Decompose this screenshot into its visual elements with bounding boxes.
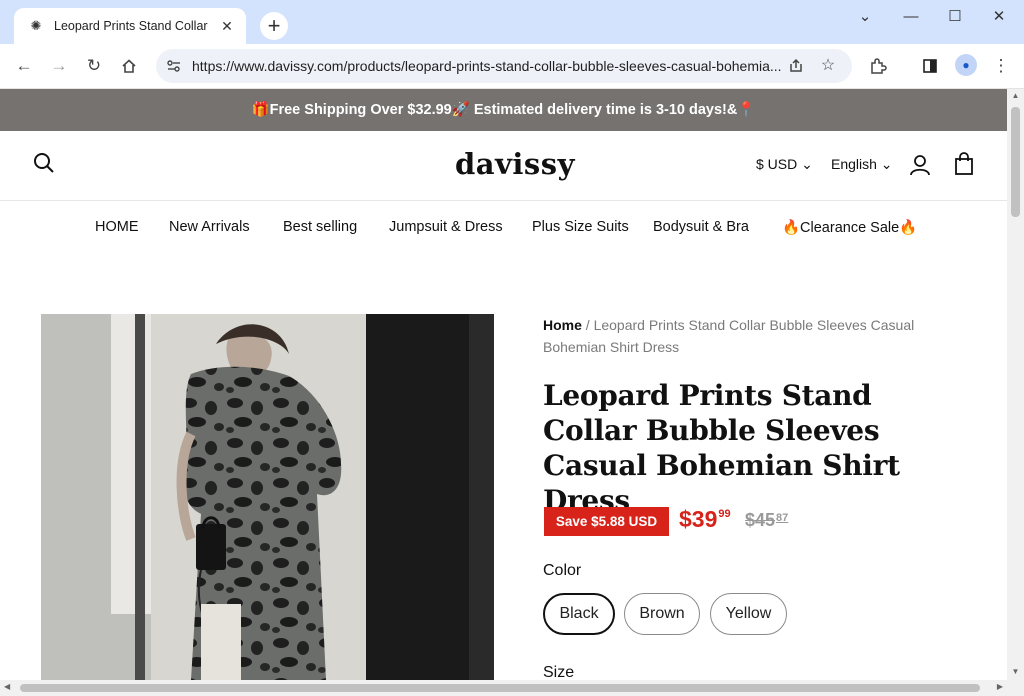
- vertical-scrollbar[interactable]: ▲ ▼: [1007, 89, 1024, 696]
- breadcrumb-separator: /: [581, 317, 594, 333]
- breadcrumb: Home / Leopard Prints Stand Collar Bubbl…: [543, 314, 963, 358]
- sale-price-main: $39: [679, 506, 718, 532]
- compare-price-cents: 87: [776, 512, 789, 524]
- currency-selector[interactable]: $ USD ⌄: [756, 156, 813, 173]
- bookmark-star-icon[interactable]: ☆: [815, 52, 841, 80]
- color-option-black[interactable]: Black: [543, 593, 615, 635]
- nav-item-home[interactable]: HOME: [95, 219, 139, 235]
- compare-price-main: $45: [745, 510, 776, 530]
- sale-price-cents: 99: [718, 508, 731, 520]
- product-title: Leopard Prints Stand Collar Bubble Sleev…: [543, 379, 900, 517]
- compare-price: $4587: [745, 510, 788, 531]
- nav-item-clearance-sale[interactable]: 🔥Clearance Sale🔥: [782, 219, 917, 236]
- side-panel-icon[interactable]: [916, 52, 944, 80]
- nav-item-jumpsuit-dress[interactable]: Jumpsuit & Dress: [389, 219, 503, 235]
- site-favicon-icon: ✺: [30, 18, 42, 33]
- language-selector[interactable]: English ⌄: [831, 156, 893, 173]
- nav-item-new-arrivals[interactable]: New Arrivals: [169, 219, 250, 235]
- forward-icon[interactable]: →: [45, 52, 73, 80]
- product-image[interactable]: [41, 314, 494, 680]
- color-option-brown[interactable]: Brown: [624, 593, 700, 635]
- browser-menu-icon[interactable]: ⋮: [987, 52, 1015, 80]
- nav-item-best-selling[interactable]: Best selling: [283, 219, 357, 235]
- back-icon[interactable]: ←: [10, 52, 38, 80]
- color-option-yellow[interactable]: Yellow: [710, 593, 787, 635]
- site-logo[interactable]: davissy: [455, 147, 575, 181]
- extensions-icon[interactable]: [864, 52, 892, 80]
- scroll-down-icon[interactable]: ▼: [1007, 667, 1024, 676]
- color-label: Color: [543, 562, 582, 579]
- main-nav: HOME New Arrivals Best selling Jumpsuit …: [0, 213, 1007, 243]
- sale-price: $3999: [679, 506, 731, 533]
- url-text[interactable]: https://www.davissy.com/products/leopard…: [192, 49, 782, 83]
- scroll-right-icon[interactable]: ▶: [997, 682, 1003, 691]
- reload-icon[interactable]: ↻: [80, 52, 108, 80]
- profile-avatar-icon[interactable]: ●: [955, 54, 977, 76]
- site-header: davissy $ USD ⌄ English ⌄: [0, 131, 1007, 201]
- address-bar[interactable]: https://www.davissy.com/products/leopard…: [156, 49, 852, 83]
- horizontal-scrollbar[interactable]: ◀ ▶: [0, 680, 1007, 696]
- home-icon[interactable]: [115, 52, 143, 80]
- vertical-scroll-thumb[interactable]: [1011, 107, 1020, 217]
- browser-toolbar: ← → ↻ https://www.davissy.com/products/l…: [0, 44, 1024, 89]
- share-icon[interactable]: [783, 52, 809, 80]
- maximize-button[interactable]: ☐: [932, 6, 978, 28]
- breadcrumb-home-link[interactable]: Home: [543, 317, 582, 333]
- browser-tab[interactable]: ✺ Leopard Prints Stand Collar Bub ✕: [14, 8, 246, 44]
- cart-bag-icon[interactable]: [952, 152, 976, 176]
- nav-item-plus-size-suits[interactable]: Plus Size Suits: [532, 219, 629, 235]
- tab-close-icon[interactable]: ✕: [218, 18, 236, 35]
- site-info-icon[interactable]: [166, 49, 182, 86]
- account-icon[interactable]: [908, 153, 932, 177]
- horizontal-scroll-thumb[interactable]: [20, 684, 980, 692]
- new-tab-button[interactable]: +: [260, 12, 288, 40]
- save-badge: Save $5.88 USD: [544, 507, 669, 536]
- scroll-left-icon[interactable]: ◀: [4, 682, 10, 691]
- tab-search-icon[interactable]: ⌄: [842, 6, 888, 28]
- scroll-up-icon[interactable]: ▲: [1007, 91, 1024, 100]
- announcement-bar: 🎁Free Shipping Over $32.99🚀 Estimated de…: [0, 89, 1007, 131]
- search-icon[interactable]: [32, 151, 58, 177]
- browser-tab-bar: ✺ Leopard Prints Stand Collar Bub ✕ + ⌄ …: [0, 0, 1024, 44]
- window-close-button[interactable]: ✕: [976, 6, 1022, 28]
- breadcrumb-current: Leopard Prints Stand Collar Bubble Sleev…: [543, 317, 915, 355]
- minimize-button[interactable]: —: [888, 6, 934, 28]
- nav-item-bodysuit-bra[interactable]: Bodysuit & Bra: [653, 219, 749, 235]
- tab-title: Leopard Prints Stand Collar Bub: [54, 19, 212, 33]
